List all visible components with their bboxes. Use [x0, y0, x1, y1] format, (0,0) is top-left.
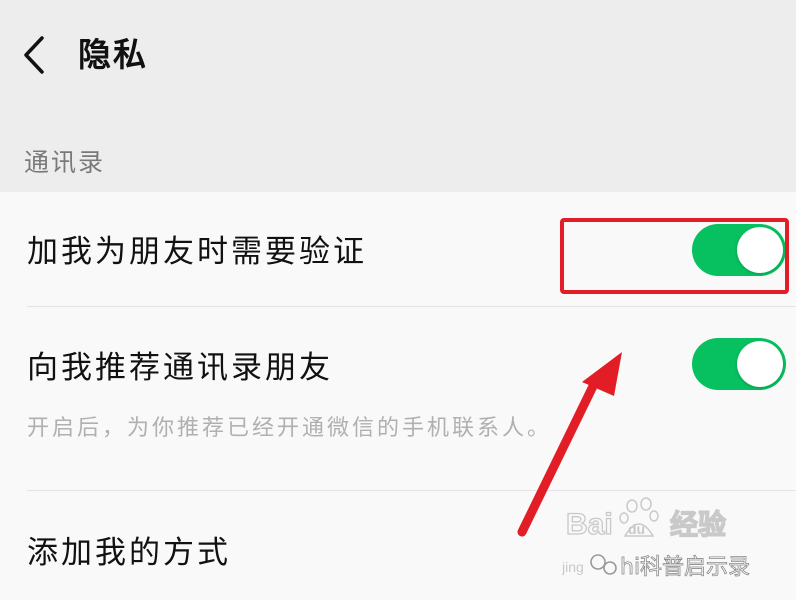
page-title: 隐私: [78, 35, 148, 74]
chevron-left-icon: [24, 36, 44, 74]
back-button[interactable]: [14, 30, 54, 80]
divider: [27, 306, 796, 307]
toggle-knob: [737, 341, 783, 387]
verify-friend-label: 加我为朋友时需要验证: [27, 234, 367, 270]
recommend-contacts-description: 开启后，为你推荐已经开通微信的手机联系人。: [27, 416, 553, 441]
add-me-methods-item[interactable]: 添加我的方式: [27, 527, 231, 572]
section-header-contacts: 通讯录: [24, 148, 106, 177]
annotation-highlight-box: [560, 218, 789, 294]
recommend-contacts-toggle[interactable]: [692, 338, 786, 390]
divider: [27, 490, 796, 491]
nav-bar: 隐私: [0, 0, 796, 110]
recommend-contacts-label: 向我推荐通讯录朋友: [27, 350, 333, 386]
